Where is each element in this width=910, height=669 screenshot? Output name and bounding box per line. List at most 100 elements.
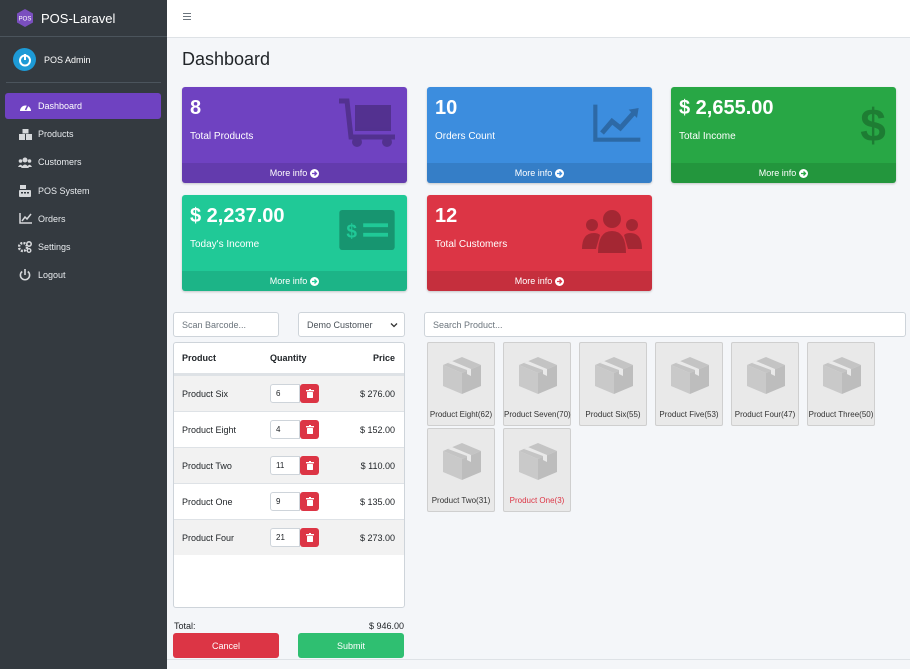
box-icon [671, 357, 709, 394]
arrow-circle-right-icon [555, 168, 565, 178]
sidebar-item-customers[interactable]: Customers [5, 149, 161, 175]
sidebar-item-orders[interactable]: Orders [5, 206, 161, 232]
sidebar-item-label: Dashboard [38, 101, 83, 111]
sidebar-item-logout[interactable]: Logout [5, 262, 161, 288]
money-bill-dollar-glyph: $ [346, 222, 357, 243]
quantity-input[interactable]: 4 [270, 420, 300, 439]
cart-product-name: Product Two [182, 460, 232, 471]
trash-icon [305, 425, 314, 434]
submit-button[interactable]: Submit [298, 633, 404, 658]
customers-icon [18, 156, 32, 168]
product-name: Product Four(47) [734, 410, 796, 419]
cart-product-name: Product One [182, 496, 233, 507]
cart-product-name: Product Four [182, 532, 235, 543]
sidebar-item-pos-system[interactable]: POS System [5, 178, 161, 204]
sidebar: POS POS-Laravel POS Admin Dashboard Prod… [0, 0, 167, 669]
user-name: POS Admin [44, 54, 91, 65]
settings-icon [18, 240, 32, 253]
product-card[interactable]: Product Eight(62) [427, 342, 495, 426]
box-icon [823, 357, 861, 394]
sidebar-item-label: Products [38, 129, 74, 140]
total-label: Total: [174, 621, 196, 631]
more-info-label: More info [758, 168, 797, 178]
more-info-link[interactable]: More info [671, 163, 896, 183]
product-name: Product Five(53) [659, 410, 719, 419]
more-info-label: More info [514, 168, 553, 178]
product-card[interactable]: Product Seven(70) [503, 342, 571, 426]
quantity-input[interactable]: 9 [270, 492, 300, 511]
more-info-link[interactable]: More info [182, 163, 407, 183]
product-card[interactable]: Product Six(55) [579, 342, 647, 426]
dollar-icon: $ [860, 99, 886, 149]
cancel-button[interactable]: Cancel [173, 633, 279, 658]
table-row: Product Eight 4 $ 152.00 [174, 411, 404, 447]
product-card[interactable]: Product Four(47) [731, 342, 799, 426]
pos-logo-icon: POS [15, 8, 35, 28]
logout-icon [18, 269, 32, 281]
pos-logo-text: POS [19, 17, 32, 23]
brand-link[interactable]: POS POS-Laravel [0, 0, 167, 37]
cart-price: $ 135.00 [359, 496, 395, 507]
sidebar-item-label: Settings [38, 241, 71, 252]
cart-product-name: Product Six [182, 388, 229, 399]
more-info-link[interactable]: More info [427, 271, 652, 291]
pos-icon [18, 184, 32, 197]
trash-icon [305, 533, 314, 542]
quantity-input[interactable]: 21 [270, 528, 300, 547]
box-value: $ 2,655.00 [679, 97, 774, 119]
footer-divider [167, 659, 910, 669]
product-name: Product Two(31) [431, 496, 491, 505]
sidebar-item-label: Customers [38, 157, 82, 168]
box-value: 8 [190, 97, 202, 119]
brand-name: POS-Laravel [41, 10, 116, 26]
box-icon [519, 443, 557, 480]
more-info-label: More info [514, 276, 553, 286]
users-icon [582, 210, 642, 253]
arrow-circle-right-icon [555, 276, 565, 286]
trash-icon [305, 389, 314, 398]
customer-select[interactable]: Demo Customer [298, 312, 405, 337]
total-value: $ 946.00 [368, 621, 404, 631]
delete-button[interactable] [300, 528, 319, 547]
box-icon [595, 357, 633, 394]
more-info-link[interactable]: More info [182, 271, 407, 291]
cart-price: $ 273.00 [359, 532, 395, 543]
product-card[interactable]: Product One(3) [503, 428, 571, 512]
product-name: Product Six(55) [585, 410, 641, 419]
more-info-link[interactable]: More info [427, 163, 652, 183]
trash-icon [305, 461, 314, 470]
arrow-circle-right-icon [799, 168, 809, 178]
power-icon [18, 53, 31, 66]
delete-button[interactable] [300, 384, 319, 403]
col-quantity: Quantity [270, 353, 307, 363]
dashboard-icon [18, 100, 32, 112]
sidebar-item-settings[interactable]: Settings [5, 234, 161, 260]
sidebar-item-dashboard[interactable]: Dashboard [5, 93, 161, 119]
sidebar-item-products[interactable]: Products [5, 121, 161, 147]
quantity-input[interactable]: 6 [270, 384, 300, 403]
product-card[interactable]: Product Three(50) [807, 342, 875, 426]
box-icon [747, 357, 785, 394]
barcode-input[interactable]: Scan Barcode... [173, 312, 279, 337]
delete-button[interactable] [300, 456, 319, 475]
product-card[interactable]: Product Five(53) [655, 342, 723, 426]
search-product-input[interactable]: Search Product... [424, 312, 906, 337]
product-card[interactable]: Product Two(31) [427, 428, 495, 512]
user-panel[interactable]: POS Admin [6, 37, 161, 83]
delete-button[interactable] [300, 420, 319, 439]
sidebar-nav: Dashboard Products Customers POS System … [5, 93, 161, 290]
box-label: Orders Count [435, 131, 496, 142]
product-name: Product One(3) [509, 496, 565, 505]
menu-toggle-icon[interactable] [183, 13, 191, 21]
quantity-input[interactable]: 11 [270, 456, 300, 475]
orders-count-box: 10 Orders Count More info [427, 87, 652, 183]
cart-product-name: Product Eight [182, 424, 237, 435]
avatar [13, 48, 36, 71]
table-row: Product Four 21 $ 273.00 [174, 519, 404, 555]
cart-price: $ 276.00 [359, 388, 395, 399]
delete-button[interactable] [300, 492, 319, 511]
product-name: Product Seven(70) [504, 410, 571, 419]
table-row: Product Six 6 $ 276.00 [174, 375, 404, 411]
arrow-circle-right-icon [310, 168, 320, 178]
box-label: Total Customers [435, 239, 508, 250]
